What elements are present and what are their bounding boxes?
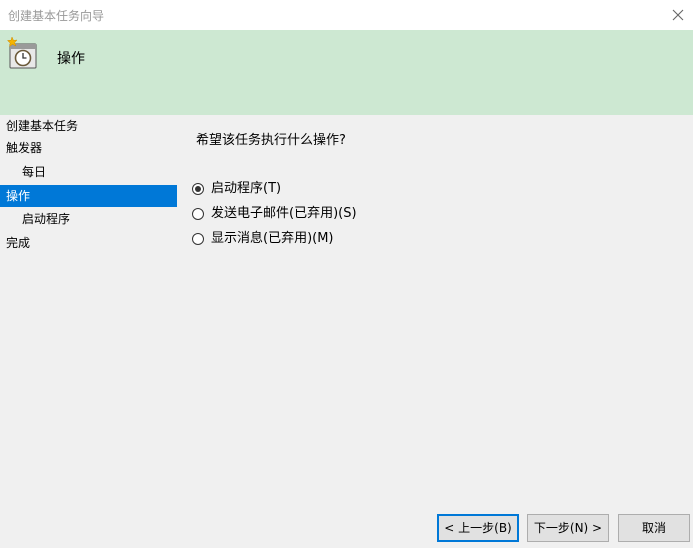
back-button[interactable]: < 上一步(B) xyxy=(437,514,519,542)
close-icon xyxy=(672,9,684,21)
action-question: 希望该任务执行什么操作? xyxy=(196,133,346,148)
cancel-button[interactable]: 取消 xyxy=(618,514,690,542)
nav-item-finish: 完成 xyxy=(6,236,31,250)
nav-item-action: 操作 xyxy=(0,185,177,207)
next-button[interactable]: 下一步(N) > xyxy=(527,514,609,542)
radio-checked-dot xyxy=(195,186,201,192)
nav-item-trigger: 触发器 xyxy=(6,141,43,155)
close-button[interactable] xyxy=(663,0,693,30)
title-bar: 创建基本任务向导 xyxy=(0,0,693,30)
wizard-header: 操作 xyxy=(0,30,693,115)
option-send-email-label: 发送电子邮件(已弃用)(S) xyxy=(211,206,357,221)
task-scheduler-icon xyxy=(6,36,37,69)
option-start-program-label: 启动程序(T) xyxy=(211,181,282,196)
window-title: 创建基本任务向导 xyxy=(8,9,105,23)
option-display-message-label: 显示消息(已弃用)(M) xyxy=(211,231,334,246)
nav-item-create-basic-task: 创建基本任务 xyxy=(6,119,79,133)
page-title: 操作 xyxy=(57,51,85,67)
radio-start-program[interactable] xyxy=(192,183,204,195)
wizard-content: 希望该任务执行什么操作? 启动程序(T) 发送电子邮件(已弃用)(S) 显示消息… xyxy=(178,115,693,495)
radio-send-email[interactable] xyxy=(192,208,204,220)
radio-display-message[interactable] xyxy=(192,233,204,245)
nav-item-start-program: 启动程序 xyxy=(22,212,71,226)
wizard-steps-nav: 创建基本任务 触发器 每日 操作 启动程序 完成 xyxy=(0,115,178,548)
nav-item-daily: 每日 xyxy=(22,165,47,179)
